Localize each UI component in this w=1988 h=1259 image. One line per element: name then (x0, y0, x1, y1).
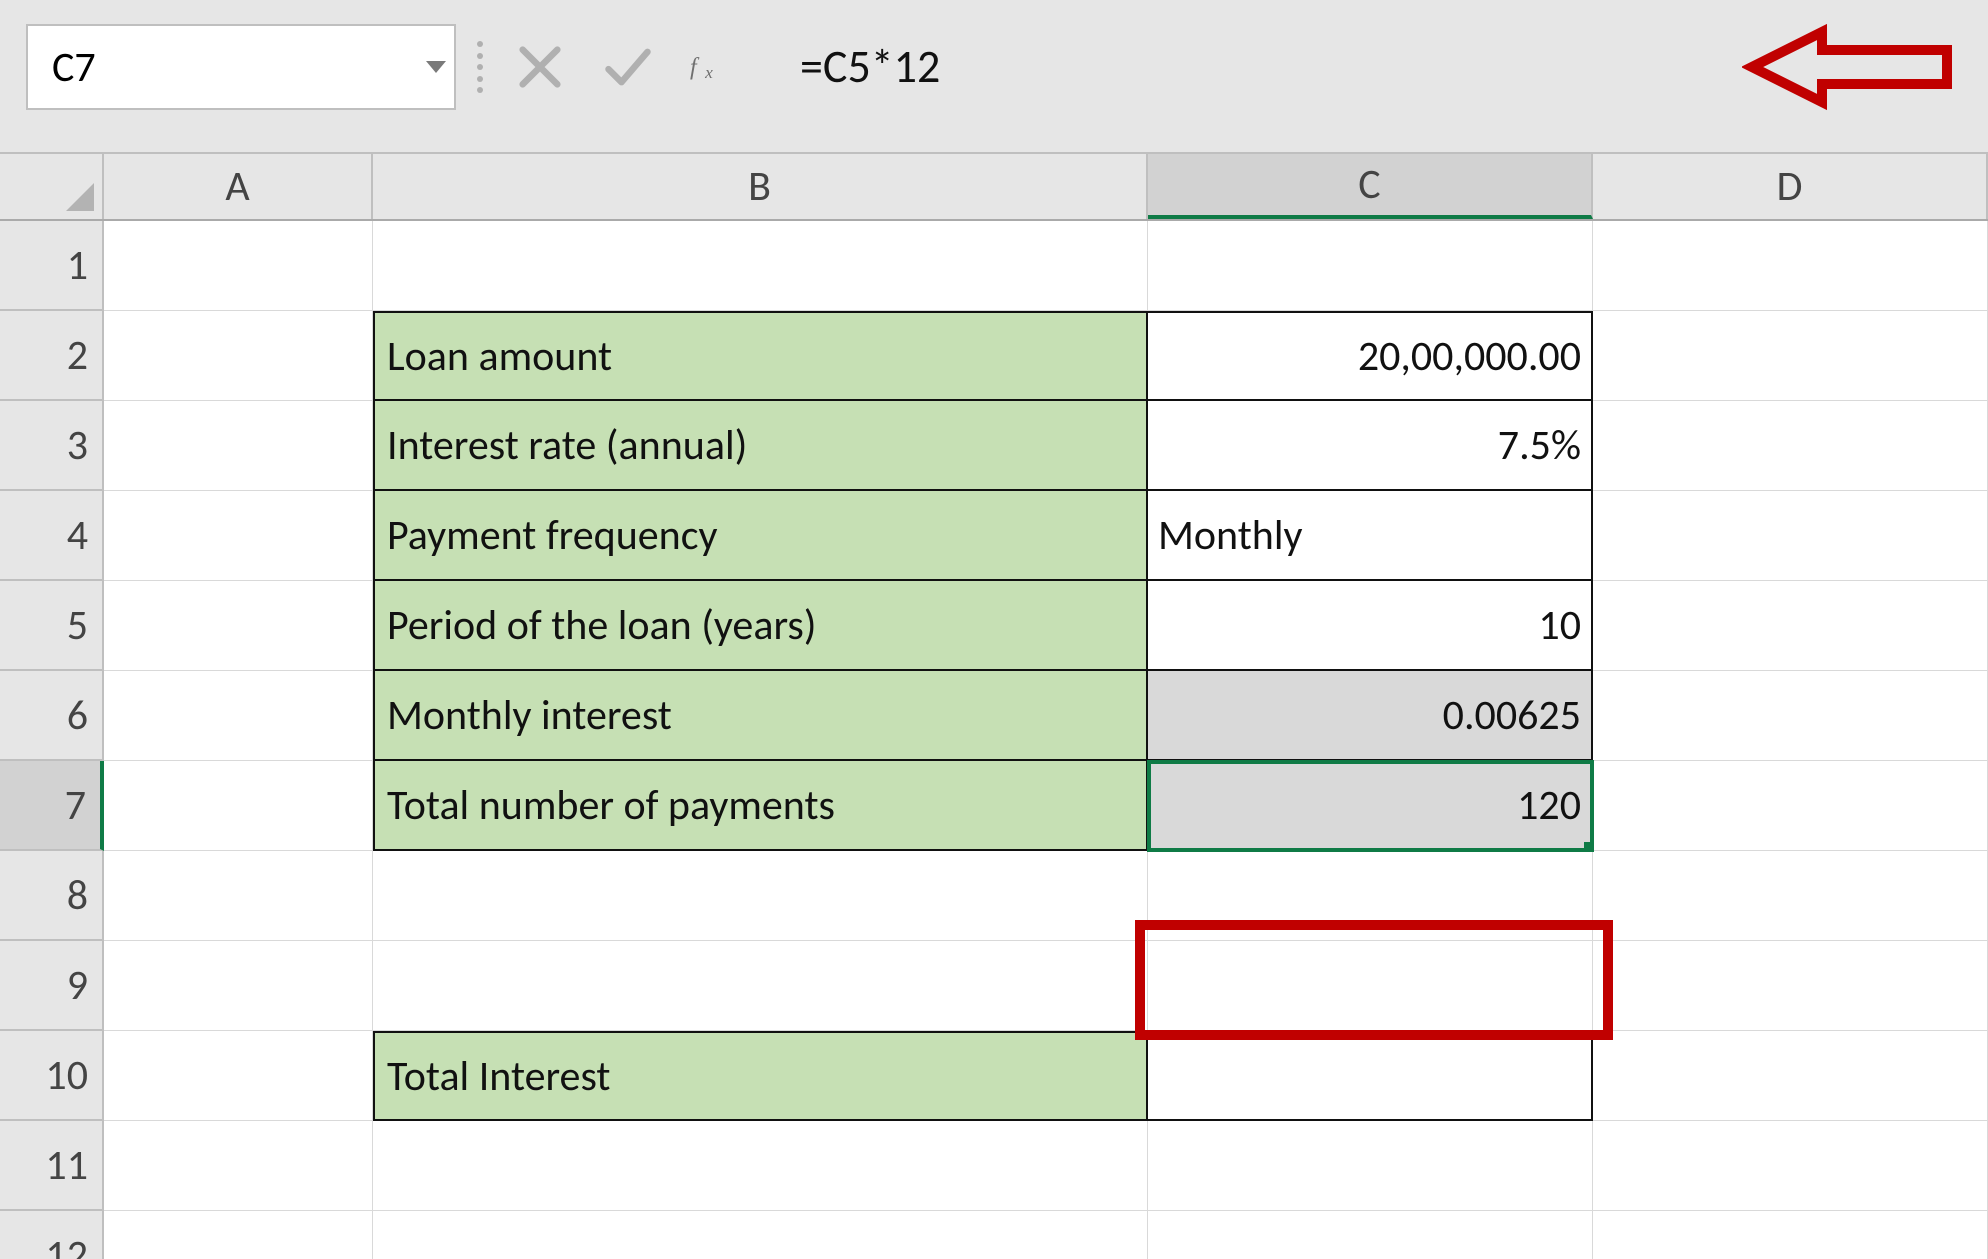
column-header-A[interactable]: A (104, 154, 373, 219)
cell-A4[interactable] (104, 491, 373, 581)
cell-C6[interactable]: 0.00625 (1148, 671, 1593, 761)
cell-C3[interactable]: 7.5% (1148, 401, 1593, 491)
row-header-6[interactable]: 6 (0, 671, 104, 761)
chevron-down-icon[interactable] (426, 61, 446, 73)
cell-A7[interactable] (104, 761, 373, 851)
row-header-7[interactable]: 7 (0, 761, 104, 851)
row: 10 Total Interest (0, 1031, 1988, 1121)
cancel-icon[interactable] (514, 41, 566, 93)
cell-A3[interactable] (104, 401, 373, 491)
cell-B4[interactable]: Payment frequency (373, 491, 1148, 581)
cell-C7[interactable]: 120 (1148, 761, 1593, 851)
row-header-12[interactable]: 12 (0, 1211, 104, 1259)
cell-C10[interactable] (1148, 1031, 1593, 1121)
cell-C12[interactable] (1148, 1211, 1593, 1259)
cell-D9[interactable] (1593, 941, 1988, 1031)
svg-text:x: x (704, 63, 713, 82)
cell-A2[interactable] (104, 311, 373, 401)
cell-D10[interactable] (1593, 1031, 1988, 1121)
cell-A9[interactable] (104, 941, 373, 1031)
cell-C1[interactable] (1148, 221, 1593, 311)
cell-C11[interactable] (1148, 1121, 1593, 1211)
grid-rows: 1 2 Loan amount 20,00,000.00 3 Interest … (0, 221, 1988, 1259)
spreadsheet: A B C D 1 2 Loan amount 20,00,000.00 3 I… (0, 152, 1988, 1259)
row-header-1[interactable]: 1 (0, 221, 104, 311)
row: 1 (0, 221, 1988, 311)
cell-A8[interactable] (104, 851, 373, 941)
cell-C4[interactable]: Monthly (1148, 491, 1593, 581)
cell-D7[interactable] (1593, 761, 1988, 851)
fx-icon[interactable]: fx (690, 41, 742, 93)
cell-A1[interactable] (104, 221, 373, 311)
cell-B1[interactable] (373, 221, 1148, 311)
row-header-11[interactable]: 11 (0, 1121, 104, 1211)
formula-text: =C5*12 (800, 39, 940, 95)
row-header-3[interactable]: 3 (0, 401, 104, 491)
column-headers: A B C D (0, 152, 1988, 221)
row: 9 (0, 941, 1988, 1031)
row-header-4[interactable]: 4 (0, 491, 104, 581)
row: 4 Payment frequency Monthly (0, 491, 1988, 581)
cell-B2[interactable]: Loan amount (373, 311, 1148, 401)
formula-bar-controls: fx (504, 41, 752, 93)
cell-C2[interactable]: 20,00,000.00 (1148, 311, 1593, 401)
row: 2 Loan amount 20,00,000.00 (0, 311, 1988, 401)
cell-C5[interactable]: 10 (1148, 581, 1593, 671)
cell-D2[interactable] (1593, 311, 1988, 401)
svg-text:f: f (690, 55, 700, 81)
cell-B12[interactable] (373, 1211, 1148, 1259)
row-header-9[interactable]: 9 (0, 941, 104, 1031)
cell-B7[interactable]: Total number of payments (373, 761, 1148, 851)
cell-B8[interactable] (373, 851, 1148, 941)
row-header-2[interactable]: 2 (0, 311, 104, 401)
formula-bar: C7 fx =C5*12 (0, 0, 1988, 152)
row-header-10[interactable]: 10 (0, 1031, 104, 1121)
cell-A11[interactable] (104, 1121, 373, 1211)
cell-D3[interactable] (1593, 401, 1988, 491)
cell-A10[interactable] (104, 1031, 373, 1121)
select-all-button[interactable] (0, 154, 104, 219)
row: 7 Total number of payments 120 (0, 761, 1988, 851)
cell-D8[interactable] (1593, 851, 1988, 941)
cell-D1[interactable] (1593, 221, 1988, 311)
cell-A6[interactable] (104, 671, 373, 761)
column-header-D[interactable]: D (1593, 154, 1988, 219)
row: 5 Period of the loan (years) 10 (0, 581, 1988, 671)
cell-D5[interactable] (1593, 581, 1988, 671)
row: 3 Interest rate (annual) 7.5% (0, 401, 1988, 491)
formula-bar-separator (474, 35, 486, 99)
cell-D4[interactable] (1593, 491, 1988, 581)
name-box[interactable]: C7 (26, 24, 456, 110)
row: 6 Monthly interest 0.00625 (0, 671, 1988, 761)
cell-A12[interactable] (104, 1211, 373, 1259)
cell-D11[interactable] (1593, 1121, 1988, 1211)
cell-B6[interactable]: Monthly interest (373, 671, 1148, 761)
row-header-8[interactable]: 8 (0, 851, 104, 941)
cell-A5[interactable] (104, 581, 373, 671)
cell-D12[interactable] (1593, 1211, 1988, 1259)
arrow-left-icon (1742, 22, 1962, 112)
column-header-C[interactable]: C (1148, 154, 1593, 219)
cell-B10[interactable]: Total Interest (373, 1031, 1148, 1121)
cell-C8[interactable] (1148, 851, 1593, 941)
row: 12 (0, 1211, 1988, 1259)
cell-B3[interactable]: Interest rate (annual) (373, 401, 1148, 491)
cell-C9[interactable] (1148, 941, 1593, 1031)
row-header-5[interactable]: 5 (0, 581, 104, 671)
cell-B5[interactable]: Period of the loan (years) (373, 581, 1148, 671)
cell-D6[interactable] (1593, 671, 1988, 761)
enter-icon[interactable] (602, 41, 654, 93)
row: 8 (0, 851, 1988, 941)
formula-bar-input[interactable]: =C5*12 (770, 24, 1724, 110)
name-box-value: C7 (52, 42, 96, 93)
cell-B9[interactable] (373, 941, 1148, 1031)
cell-B11[interactable] (373, 1121, 1148, 1211)
column-header-B[interactable]: B (373, 154, 1148, 219)
row: 11 (0, 1121, 1988, 1211)
